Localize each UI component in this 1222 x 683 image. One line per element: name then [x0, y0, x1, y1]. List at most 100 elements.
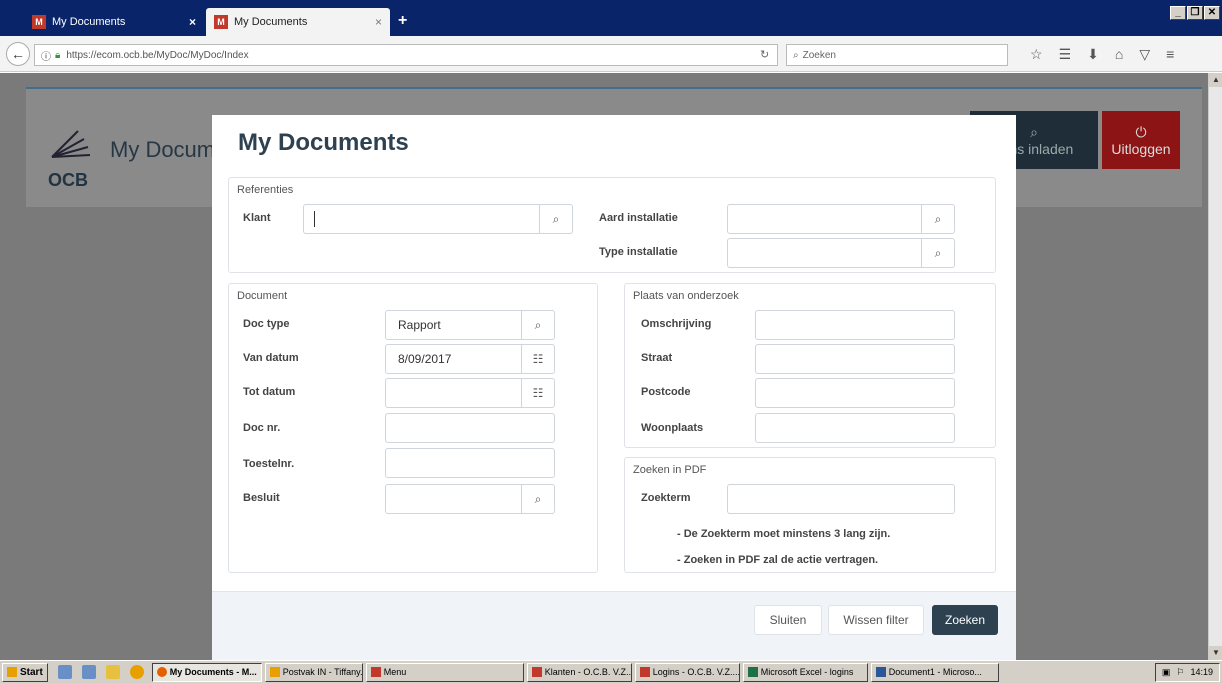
- quicklaunch-desktop-icon[interactable]: [57, 665, 72, 679]
- search-icon: ⌕: [534, 491, 542, 506]
- browser-tab-1[interactable]: M My Documents ×: [24, 8, 204, 36]
- woonplaats-input[interactable]: [755, 413, 955, 443]
- klant-input[interactable]: [303, 204, 541, 234]
- home-icon[interactable]: ⌂: [1115, 46, 1123, 63]
- site-favicon-icon: M: [214, 15, 228, 29]
- windows-flag-icon: [7, 667, 17, 677]
- url-text: https://ecom.ocb.be/MyDoc/MyDoc/Index: [66, 49, 249, 61]
- taskbar-item-outlook[interactable]: Postvak IN - Tiffany....: [264, 662, 363, 682]
- tray-flag-icon[interactable]: ⚐: [1176, 667, 1184, 678]
- zoekterm-input[interactable]: [727, 484, 955, 514]
- plaats-panel: Plaats van onderzoek Omschrijving Straat…: [624, 283, 996, 448]
- access-icon: [639, 667, 650, 677]
- taskbar-item-klanten[interactable]: Klanten - O.C.B. V.Z...: [526, 662, 632, 682]
- browser-nav-bar: ← ⓘ 🔒︎ https://ecom.ocb.be/MyDoc/MyDoc/I…: [0, 36, 1222, 72]
- taskbar-item-logins[interactable]: Logins - O.C.B. V.Z....: [634, 662, 740, 682]
- browser-search-input[interactable]: ⌕ Zoeken: [786, 44, 1008, 66]
- aard-installatie-search-button[interactable]: ⌕: [921, 204, 955, 234]
- zoekterm-label: Zoekterm: [641, 492, 691, 504]
- close-button[interactable]: Sluiten: [754, 605, 822, 635]
- calendar-grid-icon: ☷: [532, 352, 544, 366]
- scroll-up-icon[interactable]: ▲: [1209, 73, 1222, 87]
- info-icon[interactable]: ⓘ: [41, 48, 51, 63]
- straat-input[interactable]: [755, 344, 955, 374]
- restore-icon[interactable]: ❐: [1187, 6, 1203, 20]
- modal-title: My Documents: [238, 129, 409, 156]
- taskbar-item-label: Menu: [383, 667, 407, 677]
- woonplaats-label: Woonplaats: [641, 422, 704, 434]
- tray-network-icon[interactable]: ▣: [1162, 667, 1171, 678]
- taskbar-item-excel[interactable]: Microsoft Excel - logins: [742, 662, 868, 682]
- besluit-search-button[interactable]: ⌕: [521, 484, 555, 514]
- type-installatie-search-button[interactable]: ⌕: [921, 238, 955, 268]
- klant-label: Klant: [243, 212, 271, 224]
- word-icon: [875, 667, 886, 677]
- reading-list-icon[interactable]: ☰: [1059, 46, 1072, 63]
- tab-label: My Documents: [52, 16, 126, 28]
- browser-tab-2[interactable]: M My Documents ×: [206, 8, 390, 36]
- back-arrow-icon[interactable]: ←: [6, 42, 30, 66]
- clear-filter-button[interactable]: Wissen filter: [828, 605, 924, 635]
- omschrijving-input[interactable]: [755, 310, 955, 340]
- taskbar-item-menu[interactable]: Menu: [365, 662, 524, 682]
- search-icon: ⌕: [552, 211, 560, 226]
- panel-title: Referenties: [237, 184, 294, 196]
- search-button[interactable]: Zoeken: [932, 605, 998, 635]
- taskbar-item-firefox[interactable]: My Documents - M...: [151, 662, 262, 682]
- pocket-icon[interactable]: ▽: [1139, 46, 1150, 63]
- close-window-icon[interactable]: ✕: [1204, 6, 1220, 20]
- panel-title: Document: [237, 290, 288, 302]
- postcode-label: Postcode: [641, 386, 691, 398]
- windows-taskbar: Start My Documents - M... Postvak IN - T…: [0, 660, 1222, 683]
- doc-nr-label: Doc nr.: [243, 422, 281, 434]
- minimize-icon[interactable]: _: [1170, 6, 1186, 20]
- document-panel: Document Doc type Rapport ⌕ Van datum 8/…: [228, 283, 598, 573]
- aard-installatie-label: Aard installatie: [599, 212, 678, 224]
- search-icon: ⌕: [793, 49, 799, 61]
- van-datum-label: Van datum: [243, 352, 299, 364]
- page-scrollbar[interactable]: ▲ ▼: [1208, 73, 1222, 660]
- clock: 14:19: [1190, 667, 1213, 677]
- taskbar-item-word[interactable]: Document1 - Microso...: [870, 662, 999, 682]
- besluit-label: Besluit: [243, 492, 280, 504]
- search-icon: ⌕: [934, 211, 942, 226]
- toestelnr-input[interactable]: [385, 448, 555, 478]
- doc-nr-input[interactable]: [385, 413, 555, 443]
- scroll-down-icon[interactable]: ▼: [1209, 646, 1222, 660]
- tot-datum-calendar-button[interactable]: ☷: [521, 378, 555, 408]
- tab-close-icon[interactable]: ×: [375, 15, 382, 29]
- address-bar[interactable]: ⓘ 🔒︎ https://ecom.ocb.be/MyDoc/MyDoc/Ind…: [34, 44, 778, 66]
- download-icon[interactable]: ⬇: [1087, 46, 1099, 63]
- logout-button[interactable]: ⏻ Uitloggen: [1102, 111, 1180, 169]
- pdf-search-panel: Zoeken in PDF Zoekterm - De Zoekterm moe…: [624, 457, 996, 573]
- doc-type-search-button[interactable]: ⌕: [521, 310, 555, 340]
- taskbar-item-label: Document1 - Microso...: [888, 667, 982, 677]
- postcode-input[interactable]: [755, 378, 955, 408]
- doc-type-input[interactable]: Rapport: [385, 310, 523, 340]
- reload-icon[interactable]: ↻: [760, 48, 769, 61]
- besluit-input[interactable]: [385, 484, 523, 514]
- type-installatie-input[interactable]: [727, 238, 923, 268]
- bookmark-star-icon[interactable]: ☆: [1030, 46, 1043, 63]
- klant-search-button[interactable]: ⌕: [539, 204, 573, 234]
- taskbar-item-label: Microsoft Excel - logins: [760, 667, 854, 677]
- menu-icon[interactable]: ≡: [1166, 46, 1174, 63]
- quicklaunch-outlook-icon[interactable]: [81, 665, 96, 679]
- new-tab-icon[interactable]: +: [398, 12, 407, 30]
- quicklaunch-folder-icon[interactable]: [105, 665, 120, 679]
- lock-icon: 🔒︎: [55, 49, 61, 61]
- taskbar-item-label: Logins - O.C.B. V.Z....: [652, 667, 740, 677]
- van-datum-calendar-button[interactable]: ☷: [521, 344, 555, 374]
- zoekterm-hint: - De Zoekterm moet minstens 3 lang zijn.: [677, 528, 891, 540]
- search-placeholder: Zoeken: [802, 49, 836, 61]
- panel-title: Plaats van onderzoek: [633, 290, 739, 302]
- tab-close-icon[interactable]: ×: [189, 15, 196, 29]
- quicklaunch-help-icon[interactable]: [129, 665, 144, 679]
- tot-datum-input[interactable]: [385, 378, 523, 408]
- van-datum-input[interactable]: 8/09/2017: [385, 344, 523, 374]
- start-button[interactable]: Start: [2, 662, 48, 682]
- aard-installatie-input[interactable]: [727, 204, 923, 234]
- power-icon: ⏻: [1135, 123, 1147, 140]
- toolbar-icons: ☆ ☰ ⬇ ⌂ ▽ ≡: [1030, 46, 1174, 63]
- taskbar-item-label: Postvak IN - Tiffany....: [282, 667, 363, 677]
